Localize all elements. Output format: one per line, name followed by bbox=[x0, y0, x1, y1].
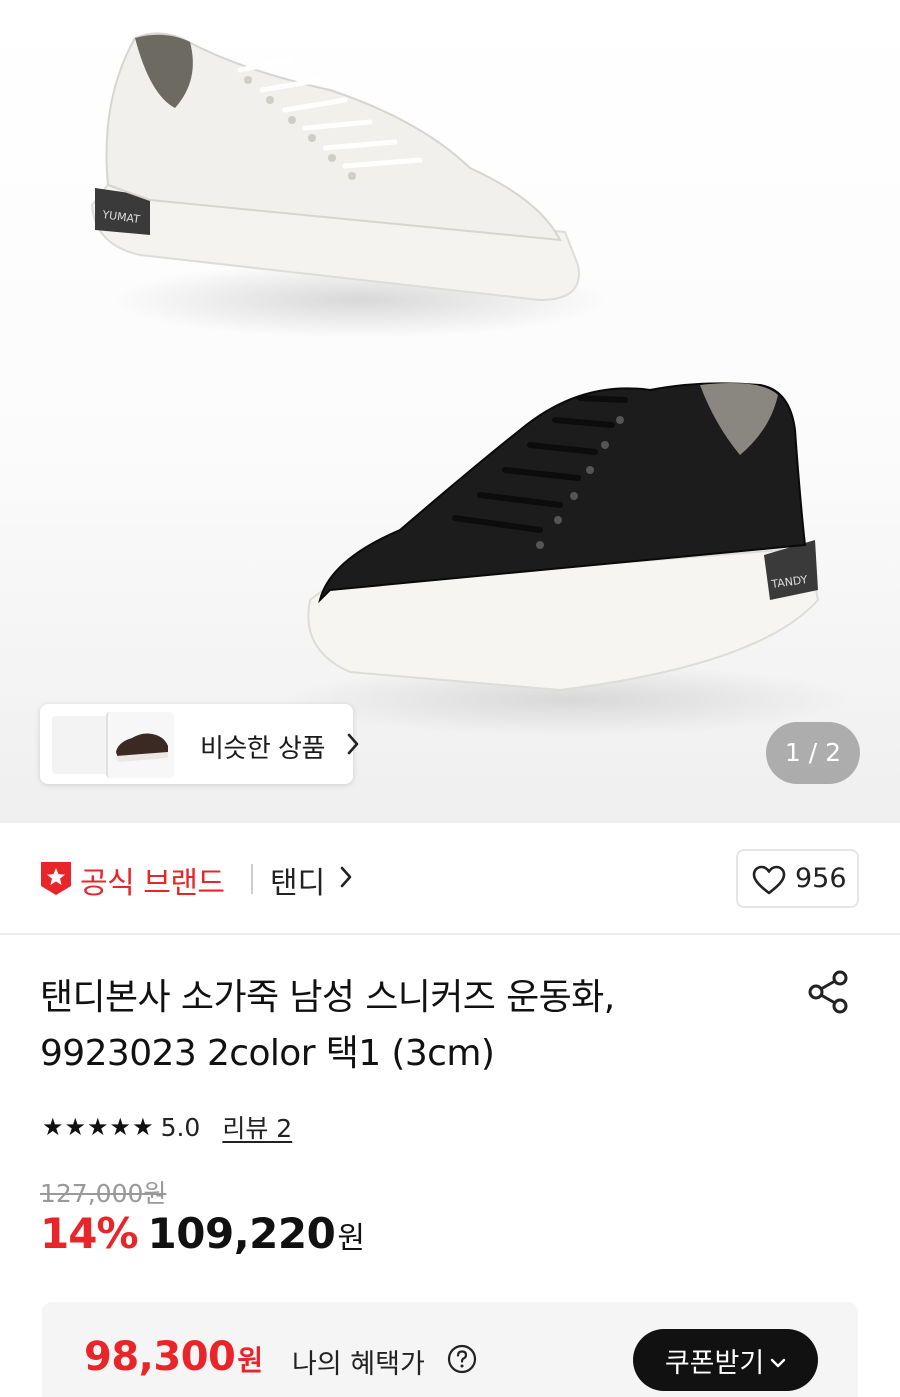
similar-products-button[interactable]: 비슷한 상품 bbox=[40, 704, 359, 784]
similar-product-thumbnail bbox=[106, 712, 174, 778]
price-row: 14% 109,220 원 bbox=[40, 1209, 365, 1258]
official-brand-icon bbox=[38, 859, 74, 901]
share-icon[interactable] bbox=[804, 968, 852, 1020]
benefit-label: 나의 혜택가 bbox=[292, 1349, 425, 1380]
rating-row: ★★★★★ 5.0 리뷰 2 bbox=[42, 1110, 292, 1144]
like-count: 956 bbox=[795, 863, 847, 894]
image-page-indicator: 1 / 2 bbox=[766, 722, 860, 784]
divider bbox=[251, 864, 253, 894]
sale-price: 109,220 bbox=[147, 1209, 336, 1258]
benefit-price: 98,300 원 bbox=[84, 1334, 263, 1380]
product-title: 탠디본사 소가죽 남성 스니커즈 운동화, 9923023 2color 택1 … bbox=[40, 977, 615, 1074]
my-benefit-box: 98,300 원 나의 혜택가 쿠폰받기 bbox=[42, 1302, 858, 1397]
brand-name-link[interactable]: 탠디 bbox=[270, 858, 325, 902]
discount-rate: 14% bbox=[40, 1209, 139, 1258]
similar-product-thumbnail-back bbox=[52, 716, 112, 774]
product-image-gallery[interactable]: YUMAT TANDY 비슷한 상품 1 / 2 bbox=[0, 0, 900, 823]
chevron-down-icon bbox=[770, 1345, 786, 1376]
chevron-right-icon bbox=[346, 732, 360, 760]
rating-stars: ★★★★★ bbox=[42, 1113, 155, 1141]
review-link[interactable]: 리뷰 2 bbox=[222, 1109, 292, 1145]
like-button[interactable]: 956 bbox=[736, 849, 859, 908]
rating-score: 5.0 bbox=[160, 1112, 201, 1142]
heart-icon bbox=[752, 865, 786, 899]
chevron-right-icon[interactable] bbox=[340, 866, 352, 892]
benefit-price-unit: 원 bbox=[237, 1344, 264, 1377]
similar-products-label: 비슷한 상품 bbox=[200, 734, 325, 764]
get-coupon-label: 쿠폰받기 bbox=[664, 1347, 765, 1379]
official-brand-label: 공식 브랜드 bbox=[80, 866, 225, 901]
get-coupon-button[interactable]: 쿠폰받기 bbox=[633, 1329, 818, 1391]
help-icon[interactable] bbox=[447, 1344, 477, 1378]
product-image: YUMAT TANDY bbox=[90, 32, 850, 736]
original-price: 127,000원 bbox=[40, 1179, 167, 1208]
sale-price-unit: 원 bbox=[337, 1221, 365, 1256]
benefit-price-amount: 98,300 bbox=[84, 1334, 236, 1380]
